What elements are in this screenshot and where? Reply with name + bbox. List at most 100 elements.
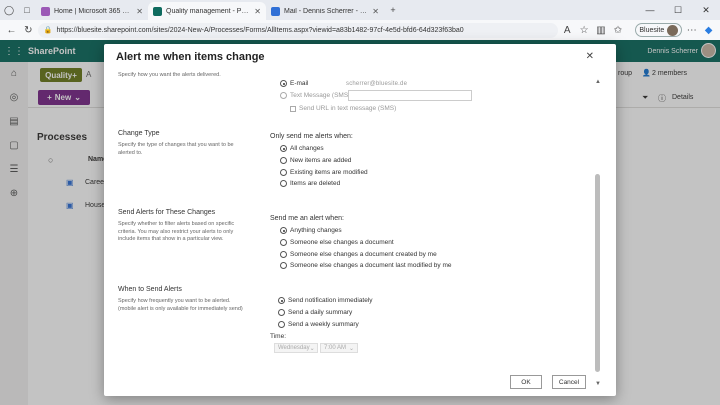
- day-value: Wednesday: [278, 345, 310, 351]
- scroll-thumb[interactable]: [595, 174, 600, 372]
- favorites-bar-icon[interactable]: ✩: [610, 22, 625, 38]
- option-label: Someone else changes a document: [290, 239, 394, 246]
- change-type-option[interactable]: Existing items are modified: [280, 169, 368, 176]
- cancel-button[interactable]: Cancel: [552, 375, 586, 389]
- time-value: 7:00 AM: [324, 345, 347, 351]
- url-text: https://bluesite.sharepoint.com/sites/20…: [56, 26, 464, 34]
- radio[interactable]: [280, 157, 287, 164]
- frequency-option[interactable]: Send a daily summary: [278, 309, 352, 316]
- delivery-email-option[interactable]: E-mail: [280, 80, 308, 87]
- radio[interactable]: [280, 251, 287, 258]
- close-icon[interactable]: ✕: [372, 7, 379, 16]
- change-type-option[interactable]: Items are deleted: [280, 180, 340, 187]
- refresh-icon[interactable]: ↻: [21, 22, 36, 38]
- read-aloud-icon[interactable]: A: [560, 22, 575, 38]
- day-select[interactable]: Wednesday ⌄: [274, 343, 318, 353]
- ok-button[interactable]: OK: [510, 375, 542, 389]
- radio[interactable]: [278, 321, 285, 328]
- close-icon[interactable]: ✕: [586, 51, 594, 62]
- favorite-icon[interactable]: ☆: [577, 22, 592, 38]
- radio[interactable]: [280, 262, 287, 269]
- profile-label: Bluesite: [639, 26, 665, 34]
- time-label: Time:: [270, 333, 287, 340]
- frequency-option[interactable]: Send a weekly summary: [278, 321, 359, 328]
- option-label: Someone else changes a document last mod…: [290, 262, 452, 269]
- more-options-icon[interactable]: ⋯: [684, 22, 699, 38]
- section-title: Change Type: [118, 130, 160, 137]
- radio[interactable]: [280, 227, 287, 234]
- radio[interactable]: [280, 92, 287, 99]
- new-tab-button[interactable]: +: [384, 0, 402, 20]
- tab-quality-management[interactable]: Quality management - Processes ✕: [148, 2, 266, 20]
- radio[interactable]: [280, 145, 287, 152]
- close-window-icon[interactable]: ✕: [692, 0, 720, 20]
- chevron-down-icon: ⌄: [309, 345, 315, 352]
- sms-number-input[interactable]: [348, 90, 472, 101]
- browser-tab-strip: ◯ □ Home | Microsoft 365 Copilot ✕ Quali…: [0, 0, 720, 20]
- tab-label: Home | Microsoft 365 Copilot: [54, 7, 132, 15]
- copilot-sidebar-icon[interactable]: ◆: [701, 22, 716, 38]
- radio[interactable]: [280, 239, 287, 246]
- back-icon[interactable]: ←: [4, 22, 19, 38]
- time-select[interactable]: 7:00 AM ⌄: [320, 343, 358, 353]
- change-type-option[interactable]: New items are added: [280, 157, 351, 164]
- filter-option[interactable]: Someone else changes a document: [280, 239, 394, 246]
- profile-button[interactable]: Bluesite: [635, 23, 683, 37]
- radio[interactable]: [278, 297, 285, 304]
- dialog-scrollbar[interactable]: ▲ ▼: [594, 78, 602, 388]
- outlook-icon: [271, 6, 280, 16]
- lock-icon: 🔒: [43, 27, 53, 34]
- tab-copilot-home[interactable]: Home | Microsoft 365 Copilot ✕: [36, 2, 148, 20]
- change-type-option[interactable]: All changes: [280, 145, 324, 152]
- option-label: Send a weekly summary: [288, 321, 359, 328]
- section-title: When to Send Alerts: [118, 286, 182, 293]
- scroll-up-icon[interactable]: ▲: [594, 78, 602, 86]
- delivery-sms-option[interactable]: Text Message (SMS): [280, 92, 350, 99]
- filter-option[interactable]: Someone else changes a document created …: [280, 251, 437, 258]
- split-screen-icon[interactable]: ▥: [594, 22, 609, 38]
- option-label: E-mail: [290, 80, 309, 87]
- address-bar-row: ← ↻ 🔒 https://bluesite.sharepoint.com/si…: [0, 20, 720, 40]
- tab-actions-icon[interactable]: □: [18, 0, 36, 20]
- radio[interactable]: [280, 80, 287, 87]
- dialog-body: Specify how you want the alerts delivere…: [104, 72, 594, 388]
- option-label: New items are added: [290, 157, 352, 164]
- url-field[interactable]: 🔒 https://bluesite.sharepoint.com/sites/…: [37, 22, 558, 38]
- section-description: Specify whether to filter alerts based o…: [118, 221, 235, 242]
- maximize-icon[interactable]: ☐: [664, 0, 692, 20]
- filter-option[interactable]: Anything changes: [280, 227, 342, 234]
- minimize-icon[interactable]: —: [636, 0, 664, 20]
- option-label: Someone else changes a document created …: [290, 251, 437, 258]
- option-label: Send URL in text message (SMS): [299, 105, 397, 112]
- sharepoint-icon: [153, 6, 162, 16]
- close-icon[interactable]: ✕: [254, 7, 261, 16]
- radio[interactable]: [280, 169, 287, 176]
- radio[interactable]: [278, 309, 285, 316]
- email-address: scherrer@bluesite.de: [346, 81, 408, 87]
- workspaces-icon[interactable]: ◯: [0, 0, 18, 20]
- chevron-down-icon: ⌄: [348, 345, 354, 352]
- option-label: Existing items are modified: [290, 169, 368, 176]
- avatar: [667, 24, 679, 36]
- radio[interactable]: [280, 180, 287, 187]
- option-label: All changes: [290, 145, 324, 152]
- dialog-title: Alert me when items change: [116, 51, 265, 63]
- option-label: Text Message (SMS): [290, 92, 351, 99]
- checkbox[interactable]: [290, 105, 296, 112]
- section-title: Send Alerts for These Changes: [118, 209, 216, 216]
- field-label: Only send me alerts when:: [270, 133, 353, 140]
- scroll-down-icon[interactable]: ▼: [594, 380, 602, 388]
- frequency-option[interactable]: Send notification immediately: [278, 297, 373, 304]
- tab-mail[interactable]: Mail - Dennis Scherrer - Bluesite ✕: [266, 2, 384, 20]
- close-icon[interactable]: ✕: [136, 7, 143, 16]
- tab-label: Quality management - Processes: [166, 7, 251, 15]
- window-controls: — ☐ ✕: [636, 0, 720, 20]
- filter-option[interactable]: Someone else changes a document last mod…: [280, 262, 452, 269]
- option-label: Anything changes: [290, 227, 342, 234]
- copilot-icon: [41, 6, 50, 16]
- sms-url-checkbox[interactable]: Send URL in text message (SMS): [290, 105, 396, 112]
- delivery-description: Specify how you want the alerts delivere…: [118, 72, 221, 78]
- section-description: Specify the type of changes that you wan…: [118, 142, 234, 156]
- field-label: Send me an alert when:: [270, 215, 344, 222]
- option-label: Send a daily summary: [288, 309, 353, 316]
